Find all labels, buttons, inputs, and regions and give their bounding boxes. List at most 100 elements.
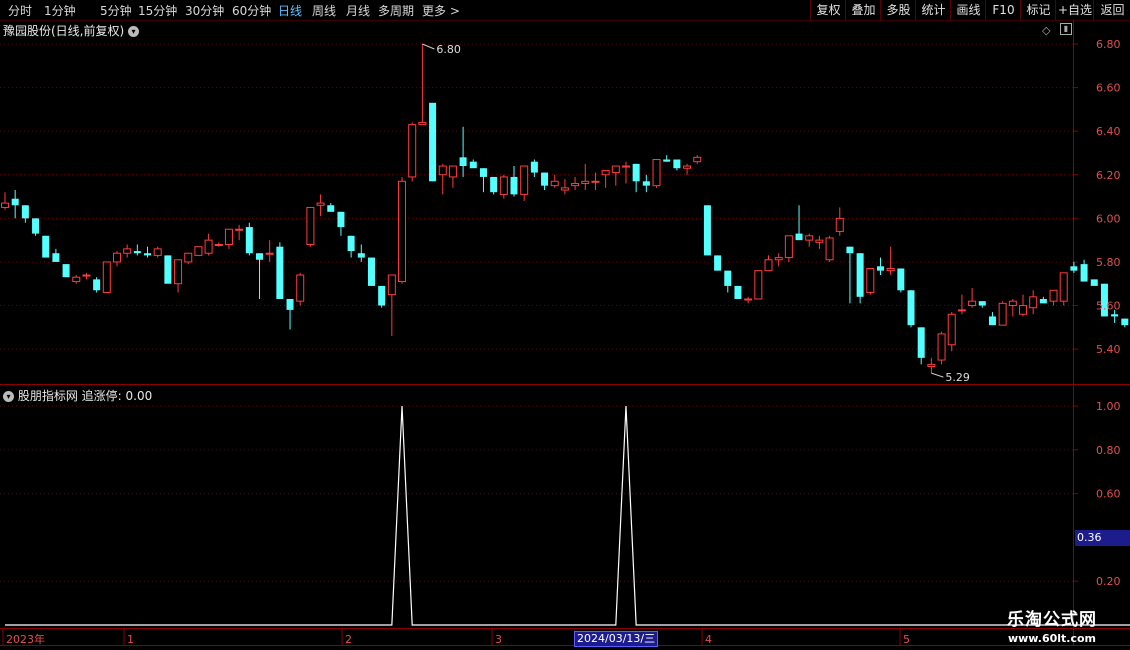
candle-body-down [846, 246, 854, 254]
time-axis-label: 2 [345, 633, 352, 646]
candle-body-up [957, 309, 966, 312]
stock-title: 豫园股份(日线,前复权) ▾ [3, 22, 140, 39]
candle-body-down [459, 157, 467, 167]
candle-body-down [714, 255, 722, 271]
candle-body-up [174, 259, 183, 285]
candle-body-down [479, 168, 487, 177]
candle-body-up [265, 252, 274, 255]
candle-body-up [774, 257, 783, 261]
candle-body-up [601, 169, 610, 176]
candle-body-down [724, 270, 732, 286]
candle-body-up [886, 267, 895, 272]
candle-body-down [703, 205, 711, 256]
candle-body-down [988, 316, 996, 326]
high-marker-line [422, 43, 435, 50]
candle-body-down [256, 253, 263, 260]
candle-body-down [897, 268, 905, 291]
candle-body-up [387, 274, 396, 296]
grid-lines [0, 43, 1078, 582]
chevron-down-icon[interactable]: ▾ [3, 391, 14, 402]
candle-body-up [72, 276, 81, 283]
indicator-series-value: 0.00 [125, 389, 153, 403]
price-tick-label: 6.20 [1096, 169, 1121, 182]
time-axis-label: 1 [127, 633, 134, 646]
candle-body-up [204, 239, 213, 254]
candle-body-down [245, 227, 253, 254]
candle-body-up [520, 165, 529, 195]
candle-body-up [550, 180, 559, 187]
candle-body-up [235, 228, 244, 231]
price-tick-label: 6.60 [1096, 82, 1121, 95]
candle-body-down [276, 246, 284, 299]
high-price-label: 6.80 [436, 43, 461, 56]
candle-body-down [978, 301, 986, 306]
candle-body-up [784, 235, 793, 259]
price-tick-label: 5.60 [1096, 300, 1121, 313]
diamond-icon[interactable]: ◇ [1042, 24, 1050, 37]
candle-body-up [408, 124, 417, 178]
candle-body-down [347, 235, 355, 252]
candle-body-up [153, 248, 162, 256]
candle-body-up [947, 313, 956, 346]
stock-chart[interactable]: 6.80 6.60 6.40 6.20 6.00 5.80 5.60 5.40 1.00 0.80… [0, 0, 1130, 650]
candle-body-down [367, 257, 375, 286]
candle-body-up [112, 252, 121, 263]
candlestick-series [1, 43, 1129, 374]
crosshair-date-label: 2024/03/13/三 [574, 631, 659, 647]
candle-body-up [937, 333, 946, 361]
indicator-line [5, 405, 1130, 626]
indicator-title: ▾ 股朋指标网 追涨停: 0.00 [3, 387, 152, 404]
candle-body-up [184, 252, 193, 263]
panel-toggle-icon[interactable]: ▮ [1060, 23, 1072, 35]
indicator-value-highlight: 0.36 [1075, 530, 1130, 546]
candle-body-down [32, 218, 40, 234]
candle-body-up [581, 180, 590, 184]
candle-body-up [123, 248, 132, 254]
candle-body-down [62, 264, 70, 278]
candle-body-up [306, 206, 315, 246]
candle-body-up [805, 235, 814, 241]
candle-body-down [1070, 266, 1078, 271]
candle-body-down [21, 205, 29, 219]
candle-body-down [1080, 264, 1088, 282]
candle-body-up [764, 259, 773, 272]
candle-body-down [42, 235, 50, 258]
candle-body-down [510, 176, 518, 195]
candle-body-down [93, 279, 101, 291]
indicator-tick-label: 1.00 [1096, 400, 1121, 413]
candle-body-down [541, 172, 549, 186]
candle-body-down [429, 102, 437, 182]
candle-body-down [357, 253, 365, 258]
candle-body-up [825, 237, 834, 261]
candle-body-down [795, 233, 803, 241]
candle-body-down [530, 161, 538, 173]
candle-body-up [1059, 272, 1068, 302]
candle-body-up [866, 267, 875, 293]
watermark-url: www.60lt.com [1007, 632, 1097, 645]
candle-body-up [1019, 305, 1027, 315]
time-axis-label: 2023年 [6, 632, 45, 646]
time-axis-label: 5 [903, 633, 910, 646]
candle-body-up [316, 202, 325, 206]
candle-body-up [296, 274, 305, 302]
candle-body-up [499, 176, 508, 195]
candle-body-up [1029, 296, 1038, 309]
chart-frame [0, 20, 1130, 646]
candle-body-up [418, 121, 427, 126]
candle-body-up [927, 363, 936, 368]
low-price-label: 5.29 [945, 371, 970, 384]
candle-body-up [560, 187, 569, 191]
candle-body-down [469, 161, 477, 169]
indicator-tick-label: 0.60 [1096, 488, 1121, 501]
chevron-down-icon[interactable]: ▾ [128, 26, 140, 37]
stock-name: 豫园股份(日线,前复权) [3, 24, 125, 38]
candle-body-up [1049, 289, 1058, 302]
candle-body-down [378, 285, 386, 306]
price-tick-label: 6.80 [1096, 38, 1121, 51]
candle-body-down [917, 327, 925, 358]
candle-body-down [327, 205, 335, 212]
indicator-name: 股朋指标网 [17, 389, 78, 403]
candle-body-up [835, 217, 844, 232]
candle-body-down [876, 266, 884, 271]
candle-body-up [102, 261, 111, 293]
